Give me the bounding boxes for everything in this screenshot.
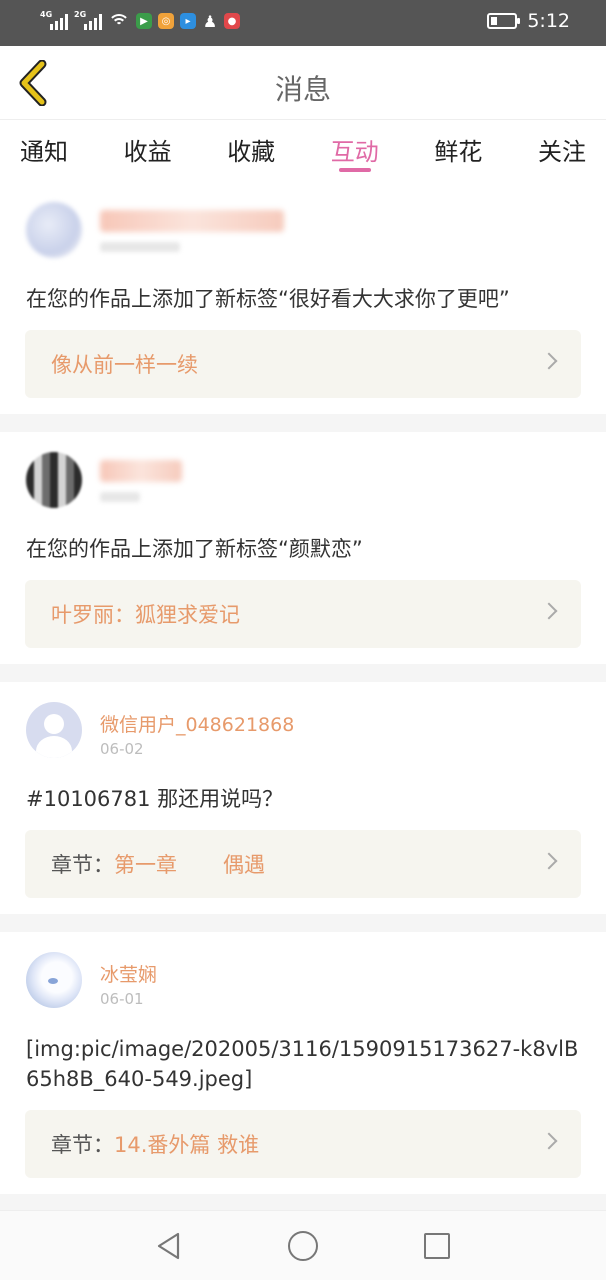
tab-notifications[interactable]: 通知 xyxy=(20,120,68,182)
username[interactable]: 冰莹娴 xyxy=(100,960,157,987)
wifi-icon xyxy=(108,12,130,30)
app-icon: ● xyxy=(224,13,240,29)
chapter-title: 14.番外篇 救谁 xyxy=(114,1133,260,1157)
message-header xyxy=(0,432,606,528)
message-header xyxy=(0,182,606,278)
header: 消息 xyxy=(0,46,606,120)
network-type-label: 2G xyxy=(74,10,87,19)
message-card: 在您的作品上添加了新标签“很好看大大求你了更吧” 像从前一样一续 xyxy=(0,182,606,414)
battery-icon xyxy=(487,13,521,29)
tab-flowers[interactable]: 鲜花 xyxy=(434,120,482,182)
app-icon: ▸ xyxy=(180,13,196,29)
chevron-right-icon xyxy=(540,352,558,370)
square-recent-icon[interactable] xyxy=(424,1233,450,1259)
chevron-right-icon xyxy=(540,1132,558,1150)
chapter-link-button[interactable]: 章节： 14.番外篇 救谁 xyxy=(25,1110,581,1178)
avatar[interactable] xyxy=(26,452,82,508)
status-bar: 4G 2G ▶ ◎ ▸ ♟ ● 5:12 xyxy=(0,0,606,46)
tab-interactions[interactable]: 互动 xyxy=(331,120,379,182)
tab-bar: 通知 收益 收藏 互动 鲜花 关注 xyxy=(0,120,606,182)
status-time: 5:12 xyxy=(527,10,570,32)
chapter-label: 章节： xyxy=(51,1133,114,1157)
username[interactable]: 微信用户_048621868 xyxy=(100,710,294,737)
date-blurred xyxy=(100,492,140,502)
tab-earnings[interactable]: 收益 xyxy=(124,120,172,182)
message-header: 冰莹娴 06-01 xyxy=(0,932,606,1028)
page-title: 消息 xyxy=(274,73,331,106)
signal-icon: 4G xyxy=(40,10,68,30)
circle-home-icon[interactable] xyxy=(288,1231,318,1261)
qq-icon: ♟ xyxy=(202,11,218,31)
chapter-subtitle: 偶遇 xyxy=(223,853,265,877)
chapter-link-button[interactable]: 章节： 第一章 偶遇 xyxy=(25,830,581,898)
chevron-right-icon xyxy=(540,852,558,870)
message-content: 在您的作品上添加了新标签“颜默恋” xyxy=(26,537,363,561)
app-icon: ◎ xyxy=(158,13,174,29)
tab-favorites[interactable]: 收藏 xyxy=(227,120,275,182)
message-content: 在您的作品上添加了新标签“很好看大大求你了更吧” xyxy=(26,287,510,311)
message-header: 微信用户_048621868 06-02 xyxy=(0,682,606,778)
avatar[interactable] xyxy=(26,202,82,258)
chapter-label: 章节： xyxy=(51,853,114,877)
network-type-label: 4G xyxy=(40,10,53,19)
status-icons: 4G 2G ▶ ◎ ▸ ♟ ● xyxy=(40,10,240,31)
message-date: 06-02 xyxy=(100,740,144,758)
signal-icon: 2G xyxy=(74,10,102,30)
chapter-title: 第一章 xyxy=(114,853,177,877)
message-card: 在您的作品上添加了新标签“颜默恋” 叶罗丽：狐狸求爱记 xyxy=(0,432,606,664)
message-list: 在您的作品上添加了新标签“很好看大大求你了更吧” 像从前一样一续 在您的作品上添… xyxy=(0,182,606,1212)
avatar[interactable] xyxy=(26,952,82,1008)
username-blurred xyxy=(100,460,182,482)
chevron-right-icon xyxy=(540,602,558,620)
tab-follows[interactable]: 关注 xyxy=(538,120,586,182)
message-date: 06-01 xyxy=(100,990,144,1008)
system-nav-bar xyxy=(0,1210,606,1280)
work-link-button[interactable]: 像从前一样一续 xyxy=(25,330,581,398)
message-content: #10106781 那还用说吗？ xyxy=(26,787,284,811)
app-icon: ▶ xyxy=(136,13,152,29)
message-card: 冰莹娴 06-01 [img:pic/image/202005/3116/159… xyxy=(0,932,606,1194)
message-card: 微信用户_048621868 06-02 #10106781 那还用说吗？ 章节… xyxy=(0,682,606,914)
username-blurred xyxy=(100,210,284,232)
message-content: [img:pic/image/202005/3116/1590915173627… xyxy=(26,1037,579,1091)
status-right: 5:12 xyxy=(487,10,570,32)
work-title: 像从前一样一续 xyxy=(51,353,198,377)
date-blurred xyxy=(100,242,180,252)
default-avatar-icon[interactable] xyxy=(26,702,82,758)
work-link-button[interactable]: 叶罗丽：狐狸求爱记 xyxy=(25,580,581,648)
triangle-back-icon[interactable] xyxy=(154,1231,184,1261)
work-title: 叶罗丽：狐狸求爱记 xyxy=(51,603,240,627)
